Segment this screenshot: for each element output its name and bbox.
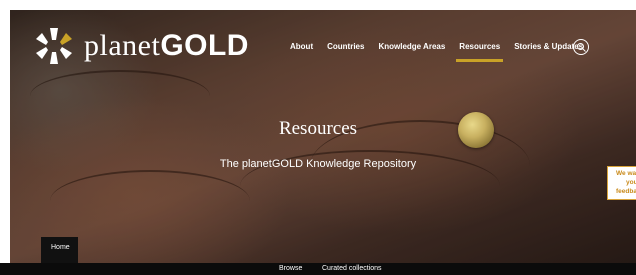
feedback-tab[interactable]: We wa your feedba [607, 166, 636, 200]
page-subtitle: The planetGOLD Knowledge Repository [219, 158, 417, 170]
planetgold-logo[interactable]: planetGOLD [32, 24, 249, 68]
resource-tabs-bar: Browse Curated collections [0, 263, 636, 275]
feedback-line-2: your [626, 179, 636, 186]
logo-wordmark: planetGOLD [84, 29, 249, 63]
nav-item-countries[interactable]: Countries [327, 42, 364, 51]
search-icon [577, 43, 586, 52]
nav-item-knowledge-areas[interactable]: Knowledge Areas [378, 42, 445, 51]
feedback-line-1: We wa [616, 170, 636, 177]
breadcrumb-home[interactable]: Home [41, 237, 78, 263]
tab-browse[interactable]: Browse [279, 265, 302, 272]
nav-item-about[interactable]: About [290, 42, 313, 51]
logo-word-planet: planet [84, 29, 161, 62]
nav-item-resources[interactable]: Resources [456, 42, 504, 62]
gold-nugget-image [458, 112, 494, 148]
feedback-line-3: feedba [616, 188, 636, 195]
page-title: Resources [278, 118, 358, 139]
logo-mark-icon [36, 28, 72, 64]
main-nav: About Countries Knowledge Areas Resource… [290, 42, 597, 62]
tab-curated-collections[interactable]: Curated collections [322, 265, 382, 272]
logo-word-gold: GOLD [160, 29, 249, 62]
search-button[interactable] [573, 39, 589, 55]
